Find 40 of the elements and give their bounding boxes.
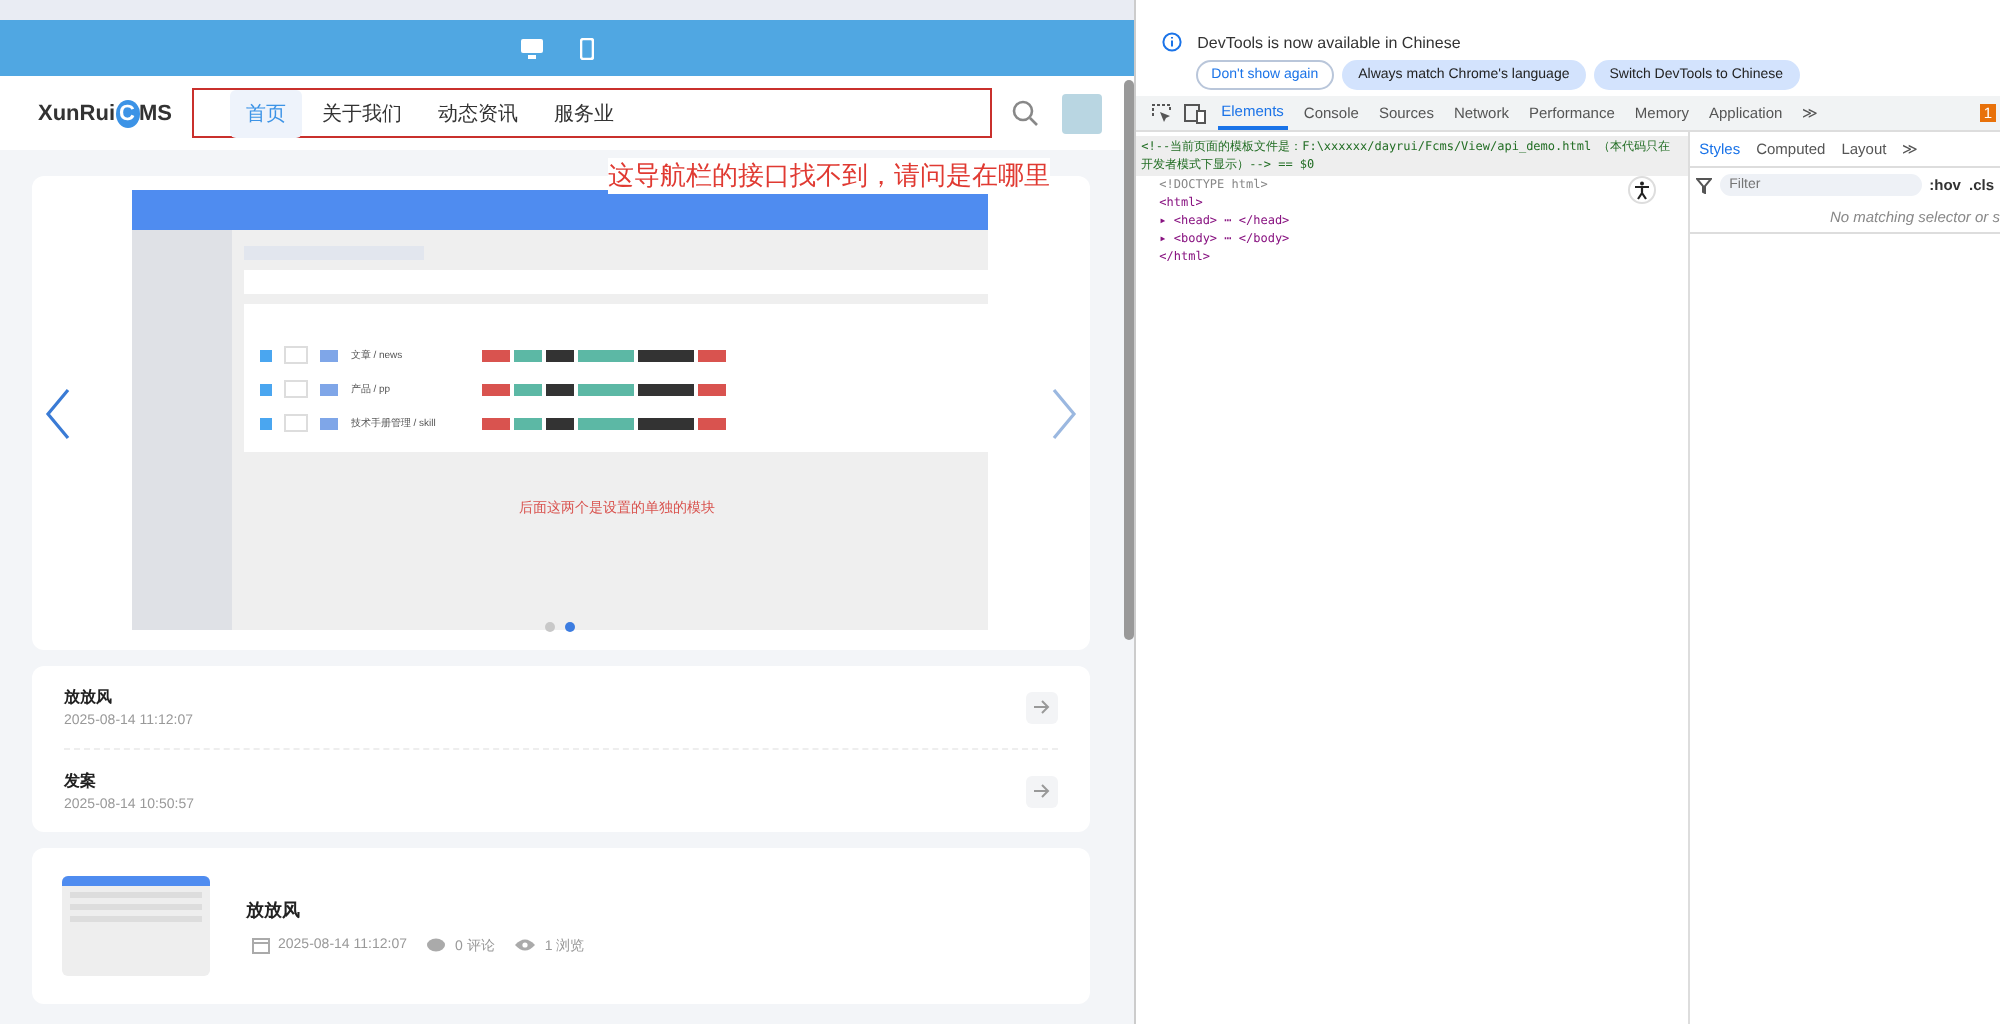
checkbox-icon (260, 383, 273, 395)
annotation-text: 这导航栏的接口找不到，请问是在哪里 (608, 158, 1050, 194)
thumbnail-drawing[interactable] (62, 876, 210, 976)
checkbox-icon (260, 349, 273, 361)
checkbox-icon (260, 417, 273, 429)
device-toggle-icon[interactable] (1183, 103, 1206, 123)
order-field (284, 346, 309, 364)
type-tag (320, 349, 339, 361)
carousel-dot[interactable] (545, 621, 556, 631)
filter-icon (1695, 177, 1712, 193)
arrow-right-icon (1032, 698, 1051, 716)
phone-icon[interactable] (579, 37, 594, 59)
order-field (284, 380, 309, 398)
scrollbar-thumb[interactable] (1123, 80, 1134, 640)
item-title[interactable]: 发案 (64, 770, 194, 792)
search-icon[interactable] (1011, 100, 1038, 126)
calendar-icon (252, 936, 270, 954)
monitor-icon[interactable] (519, 37, 544, 59)
type-tag (320, 383, 339, 395)
arrow-right-icon (1032, 782, 1051, 800)
arrow-right-button[interactable] (1025, 775, 1058, 807)
inspect-icon[interactable] (1151, 103, 1172, 123)
chevron-right-icon[interactable] (1049, 387, 1078, 439)
logo[interactable]: XunRui C MS (38, 99, 182, 127)
nav-link[interactable]: 关于我们 (306, 89, 418, 137)
carousel-dot[interactable] (565, 621, 576, 631)
nav-link[interactable]: 服务业 (538, 89, 630, 137)
chevron-left-icon[interactable] (44, 387, 72, 439)
article-title[interactable]: 放放风 (246, 897, 597, 923)
arrow-right-button[interactable] (1025, 691, 1058, 723)
order-field (284, 414, 309, 432)
nav-link[interactable]: 动态资讯 (422, 89, 534, 137)
avatar-placeholder[interactable] (1061, 93, 1102, 133)
item-title[interactable]: 放放风 (64, 686, 193, 708)
info-icon (1161, 32, 1182, 52)
type-tag (320, 417, 339, 429)
accessibility-icon[interactable] (1627, 176, 1656, 204)
comment-icon (426, 937, 447, 953)
eye-icon (514, 938, 537, 952)
notice-text: DevTools is now available in Chinese (1197, 33, 1461, 51)
